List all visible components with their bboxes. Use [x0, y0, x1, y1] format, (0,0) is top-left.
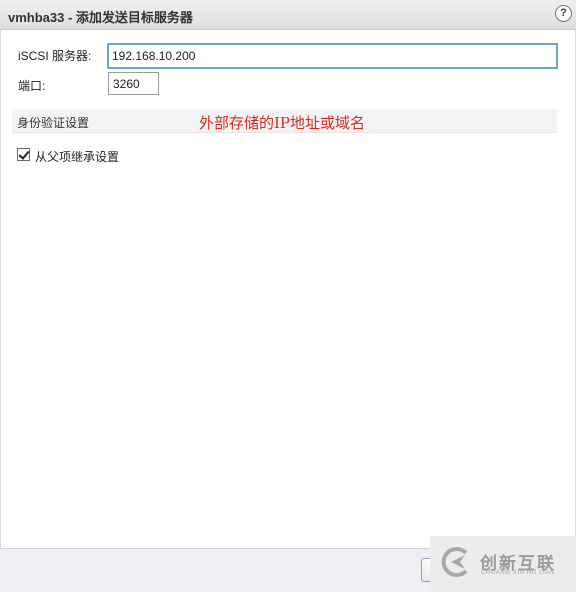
inherit-settings-label[interactable]: 从父项继承设置 [35, 148, 119, 165]
port-label: 端口: [18, 79, 46, 93]
add-send-target-dialog: vmhba33 - 添加发送目标服务器 ? iSCSI 服务器: 端口: 身份验… [0, 0, 576, 592]
iscsi-server-label: iSCSI 服务器: [18, 49, 92, 63]
iscsi-server-input[interactable] [107, 43, 558, 69]
dialog-title: vmhba33 - 添加发送目标服务器 [8, 10, 193, 25]
dialog-titlebar: vmhba33 - 添加发送目标服务器 ? [0, 0, 576, 30]
dialog-left-edge [0, 29, 1, 548]
help-icon[interactable]: ? [555, 5, 572, 22]
watermark-logo-icon [441, 547, 468, 577]
auth-settings-title: 身份验证设置 [17, 116, 90, 130]
inherit-settings-checkbox[interactable] [17, 148, 30, 161]
ip-annotation: 外部存储的IP地址或域名 [199, 114, 366, 132]
port-input[interactable] [108, 72, 159, 95]
watermark-subtext: CHUANG XIN HU LIAN [481, 570, 555, 576]
